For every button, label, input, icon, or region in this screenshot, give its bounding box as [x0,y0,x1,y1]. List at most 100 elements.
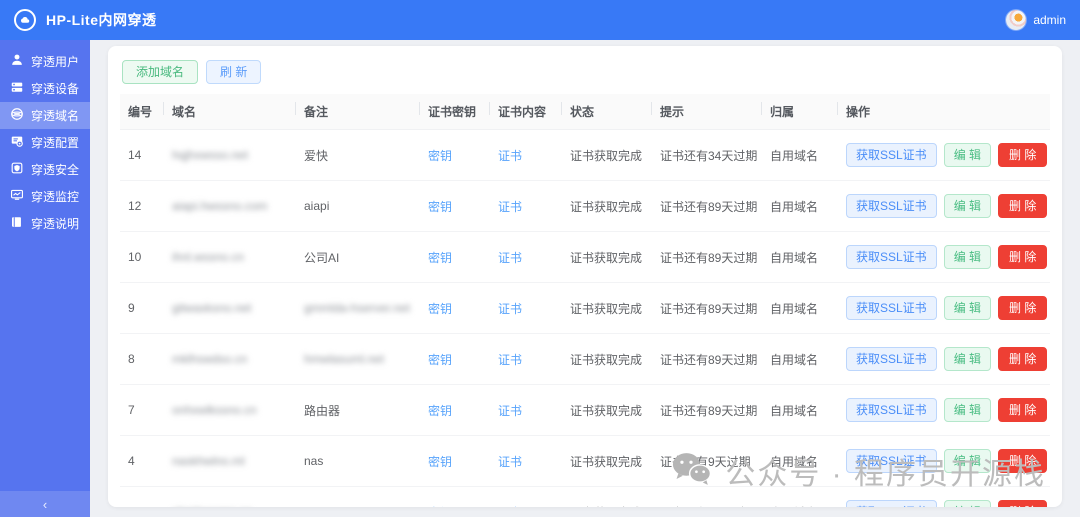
cell-status: 证书获取完成 [562,283,652,334]
cert-content-link[interactable]: 证书 [498,506,522,508]
delete-button[interactable]: 删 除 [998,296,1047,320]
col-remark: 备注 [296,94,420,130]
cell-status: 证书获取完成 [562,181,652,232]
cell-owner: 自用域名 [762,334,838,385]
get-ssl-cert-button[interactable]: 获取SSL证书 [846,500,937,507]
get-ssl-cert-button[interactable]: 获取SSL证书 [846,296,937,320]
sidebar-item-security[interactable]: 穿透安全 [0,156,90,183]
sidebar-item-devices[interactable]: 穿透设备 [0,75,90,102]
avatar[interactable] [1006,10,1026,30]
main-content: 添加域名 刷 新 编号 域名 备注 证书密钥 证书内容 状态 提示 归属 [90,40,1080,517]
cell-remark: nas [296,436,420,487]
delete-button[interactable]: 删 除 [998,143,1047,167]
col-domain: 域名 [164,94,296,130]
user-icon [10,53,24,70]
table-row: 9 gitwaxksno.net gmmlda-hserver.net 密钥 证… [120,283,1050,334]
user-menu[interactable]: admin [1006,10,1066,30]
sidebar-item-domains[interactable]: 穿透域名 [0,102,90,129]
cell-status: 证书获取完成 [562,436,652,487]
sidebar-collapse-button[interactable]: ‹ [0,491,90,517]
cert-content-link[interactable]: 证书 [498,455,522,469]
cell-domain: qbmhsxwno.cn [164,487,296,508]
cert-key-link[interactable]: 密钥 [428,149,452,163]
watermark-text: 公众号 · 程序员开源栈 [725,449,1046,493]
edit-button[interactable]: 编 辑 [944,500,991,507]
cell-remark: qb [296,487,420,508]
globe-icon [10,107,24,124]
app-logo-icon [14,9,36,31]
get-ssl-cert-button[interactable]: 获取SSL证书 [846,143,937,167]
table-row: 14 hqjhxwsso.net 爱快 密钥 证书 证书获取完成 证书还有34天… [120,130,1050,181]
toolbar: 添加域名 刷 新 [120,54,1050,94]
sidebar-item-docs[interactable]: 穿透说明 [0,210,90,237]
cell-domain: mklhswdso.cn [164,334,296,385]
table-row: 10 ihnl.wssno.cn 公司AI 密钥 证书 证书获取完成 证书还有8… [120,232,1050,283]
delete-button[interactable]: 删 除 [998,347,1047,371]
sidebar-item-monitor[interactable]: 穿透监控 [0,183,90,210]
sidebar-item-config[interactable]: 穿透配置 [0,129,90,156]
add-domain-button[interactable]: 添加域名 [122,60,198,84]
monitor-icon [10,188,24,205]
wechat-icon [669,450,713,493]
sidebar: 穿透用户 穿透设备 穿透域名 穿透配置 穿透安全 穿透监控 穿透说明 ‹ [0,40,90,517]
domains-table: 编号 域名 备注 证书密钥 证书内容 状态 提示 归属 操作 14 hqjhxw… [120,94,1050,507]
cell-status: 证书获取完成 [562,487,652,508]
cell-id: 3 [120,487,164,508]
sidebar-item-users[interactable]: 穿透用户 [0,48,90,75]
row-actions: 获取SSL证书 编 辑 删 除 [846,398,1042,422]
get-ssl-cert-button[interactable]: 获取SSL证书 [846,398,937,422]
cert-key-link[interactable]: 密钥 [428,353,452,367]
edit-button[interactable]: 编 辑 [944,398,991,422]
cell-id: 12 [120,181,164,232]
row-actions: 获取SSL证书 编 辑 删 除 [846,347,1042,371]
cert-key-link[interactable]: 密钥 [428,455,452,469]
cell-id: 10 [120,232,164,283]
get-ssl-cert-button[interactable]: 获取SSL证书 [846,245,937,269]
cell-id: 9 [120,283,164,334]
refresh-button[interactable]: 刷 新 [206,60,261,84]
edit-button[interactable]: 编 辑 [944,296,991,320]
get-ssl-cert-button[interactable]: 获取SSL证书 [846,347,937,371]
cert-content-link[interactable]: 证书 [498,149,522,163]
cert-content-link[interactable]: 证书 [498,404,522,418]
cell-tip: 证书还有89天过期 [652,232,762,283]
table-row: 8 mklhswdso.cn hmwlasuml.net 密钥 证书 证书获取完… [120,334,1050,385]
cell-remark: aiapi [296,181,420,232]
cert-key-link[interactable]: 密钥 [428,251,452,265]
row-actions: 获取SSL证书 编 辑 删 除 [846,143,1042,167]
cell-id: 8 [120,334,164,385]
cell-status: 证书获取完成 [562,385,652,436]
cert-key-link[interactable]: 密钥 [428,200,452,214]
delete-button[interactable]: 删 除 [998,194,1047,218]
shield-icon [10,161,24,178]
delete-button[interactable]: 删 除 [998,398,1047,422]
delete-button[interactable]: 删 除 [998,245,1047,269]
col-tip: 提示 [652,94,762,130]
cell-remark: gmmlda-hserver.net [296,283,420,334]
delete-button[interactable]: 删 除 [998,500,1047,507]
edit-button[interactable]: 编 辑 [944,143,991,167]
edit-button[interactable]: 编 辑 [944,347,991,371]
edit-button[interactable]: 编 辑 [944,245,991,269]
cert-content-link[interactable]: 证书 [498,251,522,265]
cell-tip: 证书还有34天过期 [652,130,762,181]
cell-owner: 自用域名 [762,130,838,181]
get-ssl-cert-button[interactable]: 获取SSL证书 [846,194,937,218]
table-row: 12 aiapi.hwssno.com aiapi 密钥 证书 证书获取完成 证… [120,181,1050,232]
book-icon [10,215,24,232]
username-label: admin [1033,13,1066,27]
col-status: 状态 [562,94,652,130]
cert-content-link[interactable]: 证书 [498,200,522,214]
row-actions: 获取SSL证书 编 辑 删 除 [846,296,1042,320]
cell-remark: 爱快 [296,130,420,181]
cert-content-link[interactable]: 证书 [498,302,522,316]
edit-button[interactable]: 编 辑 [944,194,991,218]
cert-key-link[interactable]: 密钥 [428,302,452,316]
cert-key-link[interactable]: 密钥 [428,404,452,418]
cell-tip: 证书还有89天过期 [652,283,762,334]
cert-content-link[interactable]: 证书 [498,353,522,367]
cert-key-link[interactable]: 密钥 [428,506,452,508]
cell-id: 4 [120,436,164,487]
cell-status: 证书获取完成 [562,232,652,283]
app-header: HP-Lite内网穿透 admin [0,0,1080,40]
